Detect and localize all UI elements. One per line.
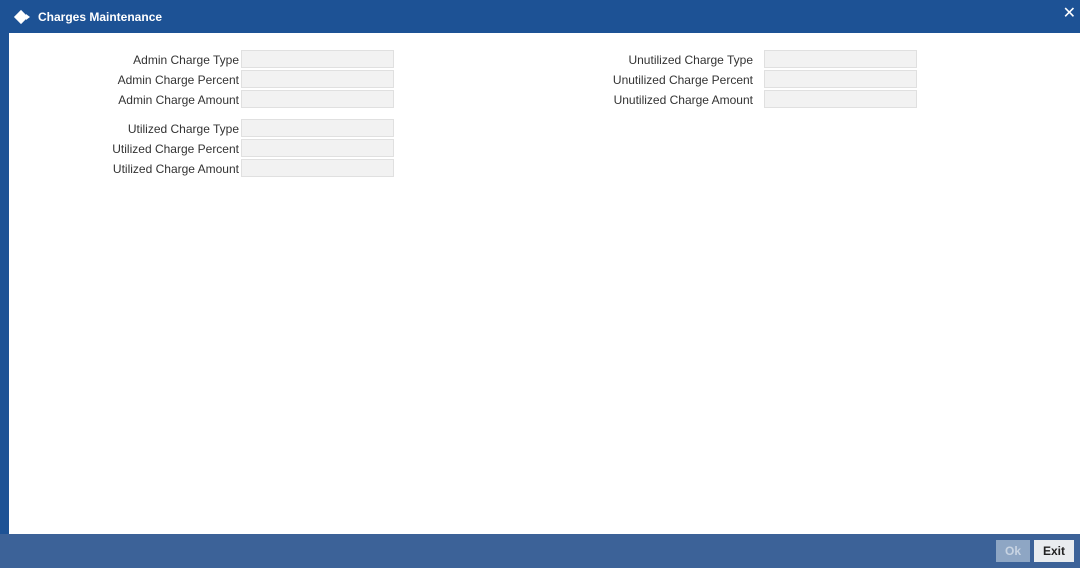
unutilized-charge-percent-label: Unutilized Charge Percent: [612, 73, 753, 87]
content-area: Admin Charge Type Admin Charge Percent A…: [9, 33, 1080, 534]
utilized-charge-type-row: Utilized Charge Type: [9, 119, 409, 137]
title-bar: Charges Maintenance ✕: [0, 0, 1080, 34]
close-icon[interactable]: ✕: [1063, 5, 1076, 21]
footer-bar: Ok Exit: [0, 534, 1080, 568]
charges-maintenance-window: Charges Maintenance ✕ Admin Charge Type …: [0, 0, 1080, 568]
utilized-charge-percent-label: Utilized Charge Percent: [112, 142, 239, 156]
admin-charge-type-row: Admin Charge Type: [9, 50, 409, 68]
admin-charge-amount-label: Admin Charge Amount: [118, 93, 239, 107]
admin-charge-percent-row: Admin Charge Percent: [9, 70, 409, 88]
unutilized-charge-type-field[interactable]: [764, 50, 917, 68]
ok-button[interactable]: Ok: [996, 540, 1030, 562]
exit-button[interactable]: Exit: [1034, 540, 1074, 562]
admin-charge-percent-label: Admin Charge Percent: [117, 73, 239, 87]
window-left-border: [0, 33, 9, 534]
admin-charge-amount-row: Admin Charge Amount: [9, 90, 409, 108]
admin-charge-type-field[interactable]: [241, 50, 394, 68]
window-title: Charges Maintenance: [38, 10, 163, 24]
unutilized-charge-type-label: Unutilized Charge Type: [628, 53, 753, 67]
admin-charge-type-label: Admin Charge Type: [133, 53, 239, 67]
utilized-charge-percent-field[interactable]: [241, 139, 394, 157]
unutilized-charge-percent-row: Unutilized Charge Percent: [529, 70, 929, 88]
admin-charge-percent-field[interactable]: [241, 70, 394, 88]
utilized-charge-amount-field[interactable]: [241, 159, 394, 177]
unutilized-charge-amount-row: Unutilized Charge Amount: [529, 90, 929, 108]
unutilized-charge-percent-field[interactable]: [764, 70, 917, 88]
utilized-charge-type-field[interactable]: [241, 119, 394, 137]
utilized-charge-amount-row: Utilized Charge Amount: [9, 159, 409, 177]
utilized-charge-percent-row: Utilized Charge Percent: [9, 139, 409, 157]
utilized-charge-type-label: Utilized Charge Type: [127, 122, 239, 136]
utilized-charge-amount-label: Utilized Charge Amount: [112, 162, 239, 176]
unutilized-charge-amount-field[interactable]: [764, 90, 917, 108]
unutilized-charge-type-row: Unutilized Charge Type: [529, 50, 929, 68]
arrow-icon: [26, 14, 30, 20]
unutilized-charge-amount-label: Unutilized Charge Amount: [613, 93, 753, 107]
admin-charge-amount-field[interactable]: [241, 90, 394, 108]
